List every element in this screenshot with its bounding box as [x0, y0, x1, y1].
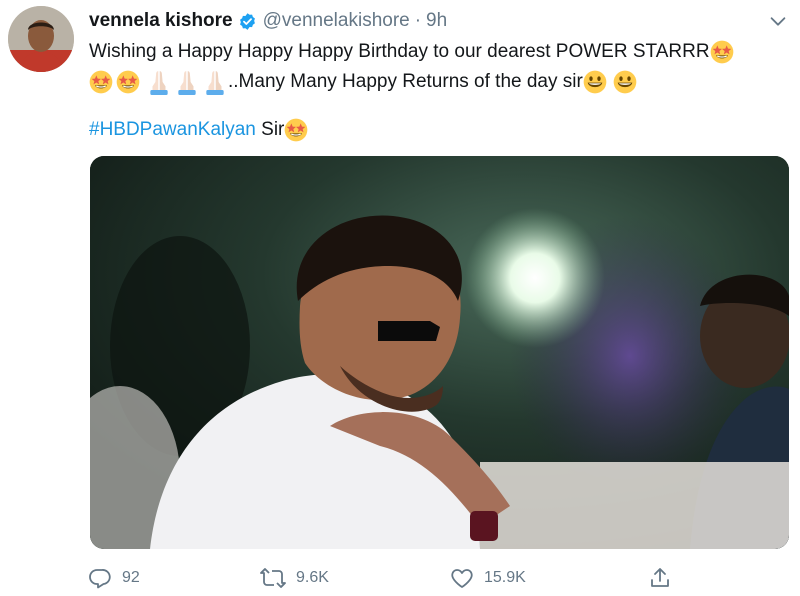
grinning-face-emoji — [583, 70, 607, 94]
like-button[interactable]: 15.9K — [450, 563, 526, 593]
hashtag-suffix: Sir — [255, 119, 285, 140]
folded-hands-emoji — [174, 69, 200, 95]
tweet-timestamp[interactable]: 9h — [426, 10, 447, 32]
heart-icon — [451, 569, 473, 588]
reply-count: 92 — [122, 569, 140, 586]
folded-hands-emoji — [146, 69, 172, 95]
reply-icon — [89, 569, 111, 589]
star-struck-emoji — [89, 70, 113, 94]
reply-button[interactable]: 92 — [88, 563, 140, 593]
folded-hands-emoji — [202, 69, 228, 95]
hashtag-link[interactable]: #HBDPawanKalyan — [89, 119, 256, 141]
tweet-text: Wishing a Happy Happy Happy Birthday to … — [89, 37, 789, 97]
tweet-text-line-2: ..Many Many Happy Returns of the day sir — [228, 71, 583, 92]
author-avatar[interactable] — [8, 6, 74, 72]
grinning-face-emoji — [613, 70, 637, 94]
author-name[interactable]: vennela kishore — [89, 10, 233, 32]
separator-dot: · — [414, 10, 422, 31]
retweet-button[interactable]: 9.6K — [260, 563, 329, 593]
like-count: 15.9K — [484, 569, 526, 586]
retweet-icon — [260, 568, 286, 588]
chevron-down-icon[interactable] — [767, 10, 789, 32]
tweet-photo[interactable] — [90, 156, 789, 549]
hashtag-line: #HBDPawanKalyan Sir — [89, 115, 308, 145]
star-struck-emoji — [710, 40, 734, 64]
share-icon — [651, 568, 669, 587]
author-handle[interactable]: @vennelakishore — [263, 10, 410, 32]
retweet-count: 9.6K — [296, 569, 329, 586]
tweet-header: vennela kishore @vennelakishore · 9h — [89, 9, 447, 33]
star-struck-emoji — [284, 118, 308, 142]
tweet-actions: 92 9.6K 15.9K — [88, 563, 678, 593]
share-button[interactable] — [648, 563, 682, 593]
star-struck-emoji — [116, 70, 140, 94]
tweet-text-line-1: Wishing a Happy Happy Happy Birthday to … — [89, 41, 710, 62]
verified-badge-icon — [239, 12, 255, 30]
